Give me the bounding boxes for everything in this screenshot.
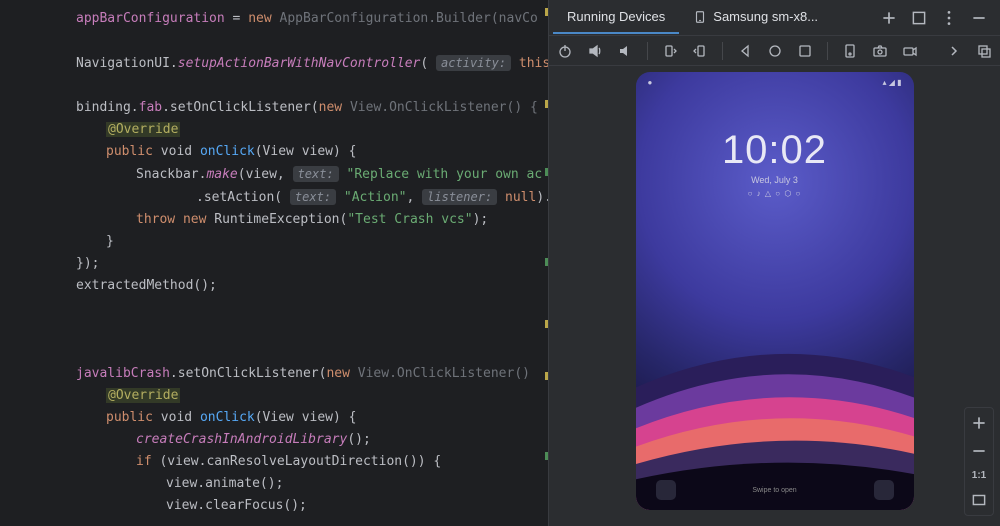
gutter-marker[interactable] — [545, 320, 548, 328]
rotate-right-icon[interactable] — [692, 43, 708, 59]
code-line — [16, 75, 548, 97]
device-lockscreen: 10:02 Wed, July 3 ○ ♪ △ ○ ⬡ ○ — [636, 128, 914, 198]
code-editor[interactable]: appBarConfiguration = new AppBarConfigur… — [0, 0, 548, 526]
code-line: if (view.canResolveLayoutDirection()) { — [16, 451, 548, 473]
code-line: .setAction( text: "Action", listener: nu… — [16, 186, 548, 209]
zoom-out-button[interactable] — [970, 442, 988, 460]
nav-home-icon[interactable] — [767, 43, 783, 59]
zoom-in-button[interactable] — [970, 414, 988, 432]
device-status-bar: ●▴ ◢ ▮ — [636, 78, 914, 87]
code-line: javalibCrash.setOnClickListener(new View… — [16, 363, 548, 385]
code-line: NavigationUI.setupActionBarWithNavContro… — [16, 52, 548, 75]
device-screen[interactable]: ●▴ ◢ ▮ 10:02 Wed, July 3 ○ ♪ △ ○ ⬡ ○ Swi… — [636, 72, 914, 510]
gutter-marker[interactable] — [545, 372, 548, 380]
phone-icon — [656, 480, 676, 500]
device-settings-icon[interactable] — [842, 43, 858, 59]
gutter-marker[interactable] — [545, 258, 548, 266]
gutter-marker[interactable] — [545, 168, 548, 176]
volume-up-icon[interactable] — [587, 43, 603, 59]
code-line: throw new RuntimeException("Test Crash v… — [16, 209, 548, 231]
gutter-marker[interactable] — [545, 452, 548, 460]
device-toolbar — [549, 36, 1000, 66]
code-line: binding.fab.setOnClickListener(new View.… — [16, 97, 548, 119]
code-line: } — [16, 231, 548, 253]
tab-running-devices[interactable]: Running Devices — [553, 1, 679, 34]
code-line: extractedMethod(); — [16, 275, 548, 297]
window-button[interactable] — [910, 9, 928, 27]
layers-icon[interactable] — [976, 43, 992, 59]
device-indicators: ○ ♪ △ ○ ⬡ ○ — [636, 189, 914, 198]
power-icon[interactable] — [557, 43, 573, 59]
device-bottom-bar: Swipe to open — [636, 480, 914, 500]
separator — [827, 42, 828, 60]
code-line: appBarConfiguration = new AppBarConfigur… — [16, 8, 548, 30]
chevron-right-icon[interactable] — [946, 43, 962, 59]
swipe-hint: Swipe to open — [752, 487, 796, 494]
code-line — [16, 297, 548, 319]
device-preview-area: ●▴ ◢ ▮ 10:02 Wed, July 3 ○ ♪ △ ○ ⬡ ○ Swi… — [549, 66, 1000, 526]
tab-device[interactable]: Samsung sm-x8... — [679, 1, 832, 34]
gutter-marker[interactable] — [545, 8, 548, 16]
running-devices-panel: Running Devices Samsung sm-x8... — [548, 0, 1000, 526]
rotate-left-icon[interactable] — [662, 43, 678, 59]
zoom-reset-button[interactable]: 1:1 — [972, 470, 986, 481]
device-time: 10:02 — [636, 128, 914, 173]
nav-back-icon[interactable] — [737, 43, 753, 59]
code-line: view.animate(); — [16, 473, 548, 495]
zoom-controls: 1:1 — [964, 407, 994, 516]
zoom-fit-button[interactable] — [970, 491, 988, 509]
code-line: createCrashInAndroidLibrary(); — [16, 429, 548, 451]
code-line: @Override — [16, 119, 548, 141]
volume-down-icon[interactable] — [617, 43, 633, 59]
separator — [722, 42, 723, 60]
code-line: @Override — [16, 385, 548, 407]
record-icon[interactable] — [902, 43, 918, 59]
add-tab-button[interactable] — [880, 9, 898, 27]
tabs-bar: Running Devices Samsung sm-x8... — [549, 0, 1000, 36]
code-line — [16, 30, 548, 52]
code-line — [16, 341, 548, 363]
minimize-button[interactable] — [970, 9, 988, 27]
code-line: }); — [16, 253, 548, 275]
code-line: view.clearFocus(); — [16, 495, 548, 517]
gutter-marker[interactable] — [545, 100, 548, 108]
camera-icon — [874, 480, 894, 500]
device-date: Wed, July 3 — [636, 175, 914, 185]
separator — [647, 42, 648, 60]
more-options-button[interactable] — [940, 9, 958, 27]
nav-overview-icon[interactable] — [797, 43, 813, 59]
device-icon — [693, 10, 707, 24]
screenshot-icon[interactable] — [872, 43, 888, 59]
code-line: public void onClick(View view) { — [16, 407, 548, 429]
code-line: public void onClick(View view) { — [16, 141, 548, 163]
code-line — [16, 319, 548, 341]
code-line: Snackbar.make(view, text: "Replace with … — [16, 163, 548, 186]
